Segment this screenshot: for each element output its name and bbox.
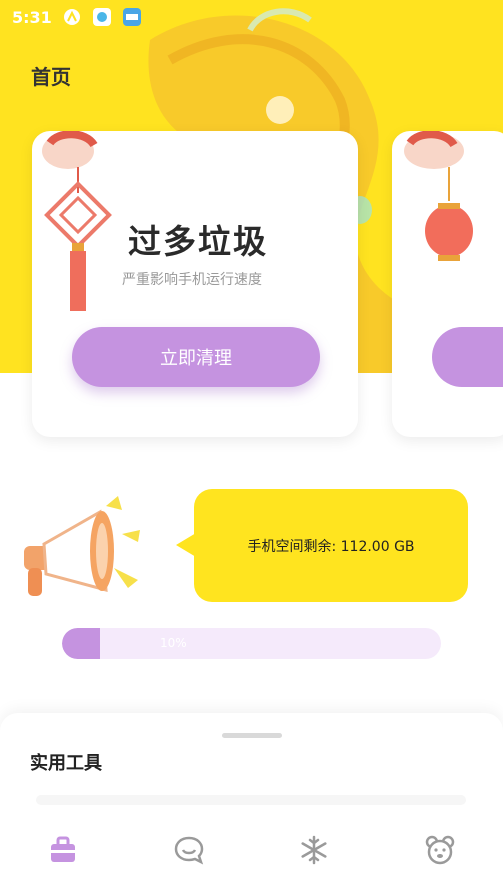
bottom-nav: [0, 805, 503, 894]
storage-bubble: 手机空间剩余: 112.00 GB: [194, 489, 468, 602]
storage-remaining-text: 手机空间剩余: 112.00 GB: [247, 538, 415, 555]
nav-item-chat[interactable]: [126, 805, 252, 894]
notification-icon: [62, 7, 82, 27]
status-bar: 5:31: [0, 0, 503, 34]
snowflake-icon: [301, 835, 327, 864]
clean-now-button[interactable]: 立即清理: [72, 327, 320, 387]
tools-list-placeholder: [36, 795, 466, 805]
knot-decoration-icon: [42, 131, 112, 311]
card-subtitle: 严重影响手机运行速度: [122, 272, 262, 288]
nav-item-toolbox[interactable]: [0, 805, 126, 894]
lantern-decoration-icon: [404, 131, 473, 261]
nav-item-cool[interactable]: [252, 805, 378, 894]
page-title: 首页: [31, 65, 71, 89]
tools-section-title: 实用工具: [30, 753, 102, 774]
megaphone-icon: [24, 496, 140, 596]
speech-bubble-tail: [176, 533, 196, 557]
status-time: 5:31: [12, 7, 52, 27]
toolbox-icon: [50, 836, 75, 862]
app-icon: [92, 7, 112, 27]
storage-progress-label: 10%: [160, 636, 187, 650]
card-title: 过多垃圾: [128, 222, 268, 261]
chat-bubble-icon: [174, 836, 203, 864]
next-card-button[interactable]: [432, 327, 503, 387]
nav-item-profile[interactable]: [377, 805, 503, 894]
storage-progress-fill: [62, 628, 100, 659]
bear-face-icon: [425, 835, 455, 864]
storage-progress-bar: 10%: [62, 628, 441, 659]
clean-card: 过多垃圾 严重影响手机运行速度 立即清理: [32, 131, 358, 437]
next-card[interactable]: [392, 131, 503, 437]
app-icon: [122, 7, 142, 27]
sheet-drag-handle[interactable]: [222, 733, 282, 738]
